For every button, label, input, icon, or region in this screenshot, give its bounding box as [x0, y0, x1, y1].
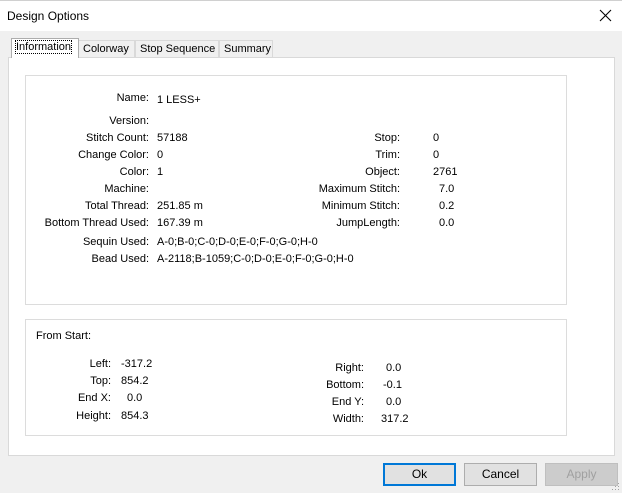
trim-value: 0 — [433, 149, 440, 161]
bottom-value: -0.1 — [383, 379, 402, 391]
from-start-heading: From Start: — [36, 330, 92, 342]
close-button[interactable] — [592, 1, 622, 31]
width-value: 317.2 — [381, 413, 409, 425]
information-group: Name: 1 LESS+ Version: Stitch Count: 571… — [25, 75, 567, 305]
name-value: 1 LESS+ — [157, 94, 201, 106]
change-color-value: 0 — [157, 149, 164, 161]
color-label: Color: — [119, 166, 149, 178]
tab-colorway-label: Colorway — [83, 43, 129, 55]
tab-summary[interactable]: Summary — [219, 40, 273, 57]
height-label: Height: — [76, 410, 111, 422]
cancel-button[interactable]: Cancel — [464, 463, 537, 486]
minimum-stitch-value: 0.2 — [439, 200, 455, 212]
end-x-value: 0.0 — [127, 392, 143, 404]
end-y-value: 0.0 — [386, 396, 402, 408]
title-bar: Design Options — [0, 1, 622, 31]
size-grip-icon[interactable] — [610, 481, 620, 491]
left-value: -317.2 — [121, 358, 153, 370]
maximum-stitch-value: 7.0 — [439, 183, 455, 195]
object-value: 2761 — [433, 166, 458, 178]
top-label: Top: — [90, 375, 111, 387]
tab-information-label: Information — [14, 40, 73, 54]
stitch-count-value: 57188 — [157, 132, 188, 144]
maximum-stitch-label: Maximum Stitch: — [318, 183, 400, 195]
change-color-label: Change Color: — [78, 149, 149, 161]
stop-value: 0 — [433, 132, 440, 144]
jump-length-value: 0.0 — [439, 217, 455, 229]
right-label: Right: — [335, 362, 364, 374]
stop-label: Stop: — [374, 132, 400, 144]
color-value: 1 — [157, 166, 164, 178]
right-value: 0.0 — [386, 362, 402, 374]
bottom-label: Bottom: — [326, 379, 364, 391]
minimum-stitch-label: Minimum Stitch: — [321, 200, 400, 212]
bead-label: Bead Used: — [91, 253, 149, 265]
sequin-label: Sequin Used: — [82, 236, 149, 248]
height-value: 854.3 — [121, 410, 149, 422]
tab-panel: Name: 1 LESS+ Version: Stitch Count: 571… — [8, 57, 615, 456]
end-y-label: End Y: — [331, 396, 364, 408]
end-x-label: End X: — [77, 392, 111, 404]
jump-length-label: JumpLength: — [336, 217, 400, 229]
trim-label: Trim: — [375, 149, 400, 161]
tab-information[interactable]: Information — [11, 38, 79, 58]
left-label: Left: — [89, 358, 111, 370]
ok-button[interactable]: Ok — [383, 463, 456, 486]
bead-value: A-2118;B-1059;C-0;D-0;E-0;F-0;G-0;H-0 — [157, 253, 354, 265]
tab-stop-sequence[interactable]: Stop Sequence — [135, 40, 219, 57]
sequin-value: A-0;B-0;C-0;D-0;E-0;F-0;G-0;H-0 — [157, 236, 318, 248]
object-label: Object: — [365, 166, 400, 178]
tab-summary-label: Summary — [224, 43, 272, 55]
tab-stop-sequence-label: Stop Sequence — [140, 43, 216, 55]
machine-label: Machine: — [104, 183, 149, 195]
name-label: Name: — [116, 92, 149, 104]
close-icon — [599, 9, 612, 22]
tab-colorway[interactable]: Colorway — [78, 40, 135, 57]
bottom-thread-value: 167.39 m — [157, 217, 203, 229]
design-options-dialog: Design Options Name: 1 LESS+ Version: St… — [0, 0, 622, 493]
total-thread-label: Total Thread: — [84, 200, 149, 212]
stitch-count-label: Stitch Count: — [86, 132, 149, 144]
apply-button[interactable]: Apply — [545, 463, 618, 486]
bottom-thread-label: Bottom Thread Used: — [44, 217, 149, 229]
total-thread-value: 251.85 m — [157, 200, 203, 212]
width-label: Width: — [332, 413, 364, 425]
window-title: Design Options — [7, 9, 90, 23]
top-value: 854.2 — [121, 375, 149, 387]
version-label: Version: — [109, 115, 149, 127]
from-start-group: From Start: Left: -317.2 Top: 854.2 End … — [25, 319, 567, 436]
